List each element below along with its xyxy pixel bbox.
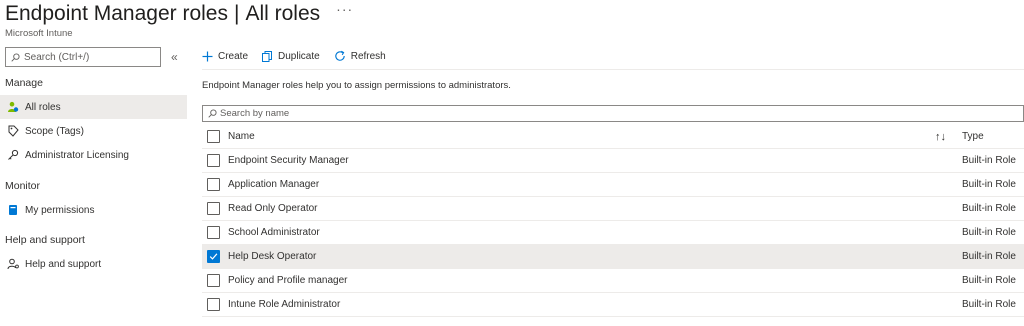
copy-icon xyxy=(262,50,273,62)
column-header-type[interactable]: Type xyxy=(962,131,984,142)
select-all-checkbox[interactable] xyxy=(207,130,220,143)
command-bar: Create Duplicate Refresh xyxy=(202,44,400,68)
role-type: Built-in Role xyxy=(962,275,1016,286)
row-checkbox[interactable] xyxy=(207,154,220,167)
role-name[interactable]: Help Desk Operator xyxy=(228,251,316,262)
row-checkbox[interactable] xyxy=(207,298,220,311)
table-row[interactable]: Endpoint Security Manager Built-in Role xyxy=(202,149,1024,173)
section-label-manage: Manage xyxy=(5,77,43,89)
service-name: Microsoft Intune xyxy=(5,28,73,39)
sidebar-item-label: Administrator Licensing xyxy=(25,149,129,161)
checkmark-icon xyxy=(209,253,218,260)
row-checkbox[interactable] xyxy=(207,202,220,215)
sidebar-item-help-and-support[interactable]: Help and support xyxy=(0,252,187,276)
person-help-icon xyxy=(7,258,19,270)
column-header-name[interactable]: Name xyxy=(228,131,255,142)
table-header-row: Name ↑↓ Type xyxy=(202,125,1024,149)
sort-icon[interactable]: ↑↓ xyxy=(935,131,946,143)
sidebar-search-input[interactable]: Search (Ctrl+/) xyxy=(5,47,161,67)
page-title: Endpoint Manager roles xyxy=(5,2,228,25)
main-content: Create Duplicate Refresh Endpoint Manage… xyxy=(202,44,1024,326)
title-separator: | xyxy=(233,2,240,25)
table-row[interactable]: Application Manager Built-in Role xyxy=(202,173,1024,197)
sidebar-item-all-roles[interactable]: All roles xyxy=(0,95,187,119)
more-options-button[interactable]: ··· xyxy=(336,1,353,17)
sidebar-item-label: Scope (Tags) xyxy=(25,125,84,137)
row-checkbox[interactable] xyxy=(207,274,220,287)
search-icon xyxy=(208,109,217,118)
sidebar: Search (Ctrl+/) « Manage All roles Scope… xyxy=(0,44,188,326)
search-by-name-input[interactable]: Search by name xyxy=(202,105,1024,122)
sidebar-item-label: Help and support xyxy=(25,258,102,270)
role-name[interactable]: Intune Role Administrator xyxy=(228,299,340,310)
key-icon xyxy=(7,149,19,161)
role-name[interactable]: Application Manager xyxy=(228,179,319,190)
refresh-label: Refresh xyxy=(350,50,386,62)
row-checkbox[interactable] xyxy=(207,178,220,191)
refresh-button[interactable]: Refresh xyxy=(334,50,386,62)
sidebar-search-placeholder: Search (Ctrl+/) xyxy=(24,51,90,63)
table-row[interactable]: Read Only Operator Built-in Role xyxy=(202,197,1024,221)
user-roles-icon xyxy=(7,101,19,113)
sidebar-item-administrator-licensing[interactable]: Administrator Licensing xyxy=(0,143,187,167)
role-type: Built-in Role xyxy=(962,155,1016,166)
toolbar-divider xyxy=(202,69,1024,70)
table-row[interactable]: Policy and Profile manager Built-in Role xyxy=(202,269,1024,293)
duplicate-button[interactable]: Duplicate xyxy=(262,50,320,62)
sidebar-item-label: All roles xyxy=(25,101,61,113)
page-header: Endpoint Manager roles | All roles ··· M… xyxy=(5,1,353,39)
row-checkbox[interactable] xyxy=(207,250,220,263)
role-name[interactable]: Endpoint Security Manager xyxy=(228,155,349,166)
section-label-monitor: Monitor xyxy=(5,180,41,192)
role-type: Built-in Role xyxy=(962,251,1016,262)
search-icon xyxy=(11,52,20,62)
sidebar-item-scope-tags[interactable]: Scope (Tags) xyxy=(0,119,187,143)
create-label: Create xyxy=(218,50,249,62)
role-name[interactable]: Policy and Profile manager xyxy=(228,275,348,286)
search-by-name-placeholder: Search by name xyxy=(220,108,290,119)
book-icon xyxy=(7,204,19,216)
tag-icon xyxy=(7,125,19,137)
section-label-help: Help and support xyxy=(5,234,85,246)
duplicate-label: Duplicate xyxy=(278,50,320,62)
page-description: Endpoint Manager roles help you to assig… xyxy=(202,80,511,91)
role-type: Built-in Role xyxy=(962,203,1016,214)
role-name[interactable]: Read Only Operator xyxy=(228,203,318,214)
create-button[interactable]: Create xyxy=(202,51,248,62)
sidebar-item-label: My permissions xyxy=(25,204,95,216)
refresh-icon xyxy=(334,50,345,61)
table-row[interactable]: Intune Role Administrator Built-in Role xyxy=(202,293,1024,317)
role-type: Built-in Role xyxy=(962,227,1016,238)
role-type: Built-in Role xyxy=(962,299,1016,310)
sidebar-item-my-permissions[interactable]: My permissions xyxy=(0,198,187,222)
collapse-sidebar-button[interactable]: « xyxy=(171,50,178,64)
row-checkbox[interactable] xyxy=(207,226,220,239)
table-row[interactable]: School Administrator Built-in Role xyxy=(202,221,1024,245)
role-name[interactable]: School Administrator xyxy=(228,227,320,238)
roles-table: Name ↑↓ Type Endpoint Security Manager B… xyxy=(202,125,1024,317)
page-subtitle: All roles xyxy=(245,2,321,25)
role-type: Built-in Role xyxy=(962,179,1016,190)
plus-icon xyxy=(202,51,213,61)
table-row[interactable]: Help Desk Operator Built-in Role xyxy=(202,245,1024,269)
